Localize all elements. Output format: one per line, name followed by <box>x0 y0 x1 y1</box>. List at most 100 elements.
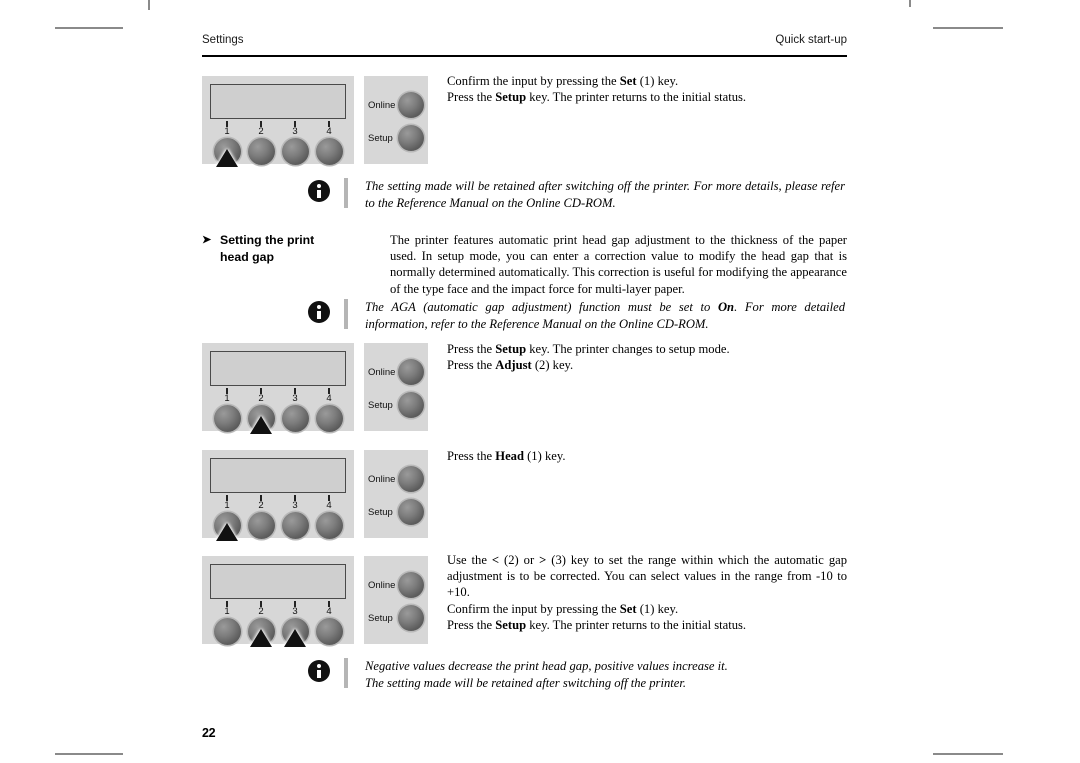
online-button-knob[interactable] <box>398 359 424 385</box>
setup-button-row[interactable]: Setup <box>368 497 426 527</box>
panel-button-2[interactable]: 2 <box>244 495 278 539</box>
panel-button-3[interactable]: 3 <box>278 495 312 539</box>
instruction-text: key. The printer changes to setup mode. <box>526 342 730 356</box>
button-number-label: 4 <box>326 126 332 137</box>
online-button-knob[interactable] <box>398 572 424 598</box>
info-icon-stem <box>317 190 321 198</box>
note-block-2: The AGA (automatic gap adjustment) funct… <box>308 299 847 332</box>
crop-mark-bottom-right <box>933 753 1003 755</box>
panel-button-4[interactable]: 4 <box>312 601 346 645</box>
online-button-label: Online <box>368 473 396 485</box>
button-knob[interactable] <box>247 512 275 539</box>
button-knob[interactable] <box>315 512 343 539</box>
panel-button-3[interactable]: 3 <box>278 388 312 432</box>
registration-tick-top-right <box>909 0 911 7</box>
panel-button-1[interactable]: 1 <box>210 121 244 167</box>
button-knob[interactable] <box>281 618 309 647</box>
note-block-1: The setting made will be retained after … <box>308 178 847 211</box>
page-number: 22 <box>202 726 216 740</box>
panel-button-2[interactable]: 2 <box>244 601 278 647</box>
instruction-text: Press the <box>447 90 496 105</box>
note-accent-bar <box>344 178 348 208</box>
instruction-text: Press the <box>447 342 496 356</box>
setup-button-knob[interactable] <box>398 499 424 525</box>
note-text-pre: The AGA (automatic gap adjustment) funct… <box>365 300 718 314</box>
online-button-row[interactable]: Online <box>368 90 426 120</box>
panel-button-3[interactable]: 3 <box>278 121 312 165</box>
lcd-line-1: FormAdj= 17/72" <box>211 118 345 119</box>
printer-panel-formadj: FormAdj= 17/72" Set < > Exit 1 2 <box>202 76 428 167</box>
instruction-text: (2) or <box>499 553 540 567</box>
numbered-button-row: 1 2 3 4 <box>210 495 346 541</box>
printer-panel-tof: TOF Head | Tear 1 2 <box>202 450 428 541</box>
button-knob[interactable] <box>213 618 241 645</box>
button-knob[interactable] <box>315 618 343 645</box>
info-icon-dot <box>317 664 321 668</box>
lcd-display: Adjust Paperway Menu | | Char <box>210 351 346 386</box>
panel-button-1[interactable]: 1 <box>210 388 244 432</box>
panel-button-4[interactable]: 4 <box>312 388 346 432</box>
setup-button-knob[interactable] <box>398 125 424 151</box>
printer-panel-head-value: Head= 0 * Set < > Exit 1 2 <box>202 556 428 647</box>
online-button-row[interactable]: Online <box>368 570 426 600</box>
instruction-text: Confirm the input by pressing the <box>447 601 620 616</box>
key-name-bold: Setup <box>495 342 527 356</box>
button-knob[interactable] <box>213 512 241 541</box>
button-knob[interactable] <box>247 138 275 165</box>
online-setup-panel: Online Setup <box>364 76 428 164</box>
setup-button-knob[interactable] <box>398 392 424 418</box>
key-name-bold: Set <box>619 74 637 88</box>
note-accent-bar <box>344 299 348 329</box>
panel-button-2[interactable]: 2 <box>244 121 278 165</box>
setup-button-row[interactable]: Setup <box>368 123 426 153</box>
panel-button-4[interactable]: 4 <box>312 121 346 165</box>
panel-button-2[interactable]: 2 <box>244 388 278 434</box>
button-knob[interactable] <box>281 405 309 432</box>
press-marker-icon <box>250 416 272 434</box>
panel-button-4[interactable]: 4 <box>312 495 346 539</box>
button-knob[interactable] <box>315 405 343 432</box>
lcd-display: TOF Head | Tear <box>210 458 346 493</box>
online-button-knob[interactable] <box>398 92 424 118</box>
info-icon <box>308 180 330 202</box>
panel-button-1[interactable]: 1 <box>210 601 244 645</box>
button-knob[interactable] <box>281 138 309 165</box>
arrow-bullet-icon: ➤ <box>202 234 212 246</box>
button-knob[interactable] <box>247 405 275 434</box>
control-panel-body: Head= 0 * Set < > Exit 1 2 <box>202 556 354 647</box>
button-number-label: 3 <box>292 606 298 617</box>
setup-button-row[interactable]: Setup <box>368 390 426 420</box>
numbered-button-row: 1 2 3 4 <box>210 601 346 647</box>
panel-button-3[interactable]: 3 <box>278 601 312 647</box>
press-marker-icon <box>284 629 306 647</box>
online-button-row[interactable]: Online <box>368 464 426 494</box>
button-number-label: 4 <box>326 500 332 511</box>
online-button-label: Online <box>368 99 396 111</box>
button-number-label: 3 <box>292 126 298 137</box>
button-knob[interactable] <box>213 405 241 432</box>
online-button-row[interactable]: Online <box>368 357 426 387</box>
lcd-display: FormAdj= 17/72" Set < > Exit <box>210 84 346 119</box>
panel-button-1[interactable]: 1 <box>210 495 244 541</box>
button-knob[interactable] <box>315 138 343 165</box>
button-knob[interactable] <box>281 512 309 539</box>
setup-button-row[interactable]: Setup <box>368 603 426 633</box>
crop-mark-top-right <box>933 27 1003 29</box>
key-name-bold: Adjust <box>495 358 532 373</box>
note-line-1: Negative values decrease the print head … <box>365 659 728 673</box>
instruction-text: Confirm the input by pressing the <box>447 74 620 88</box>
control-panel-body: Adjust Paperway Menu | | Char 1 2 <box>202 343 354 434</box>
button-number-label: 1 <box>224 126 230 137</box>
button-knob[interactable] <box>213 138 241 167</box>
key-name-bold: Head <box>495 449 524 463</box>
button-knob[interactable] <box>247 618 275 647</box>
info-icon-stem <box>317 311 321 319</box>
info-icon-dot <box>317 184 321 188</box>
setup-button-knob[interactable] <box>398 605 424 631</box>
button-number-label: 4 <box>326 606 332 617</box>
printer-panel-adjust-paperway: Adjust Paperway Menu | | Char 1 2 <box>202 343 428 434</box>
online-button-knob[interactable] <box>398 466 424 492</box>
online-setup-panel: Online Setup <box>364 556 428 644</box>
instruction-text: (1) key. <box>636 74 679 88</box>
button-number-label: 4 <box>326 393 332 404</box>
